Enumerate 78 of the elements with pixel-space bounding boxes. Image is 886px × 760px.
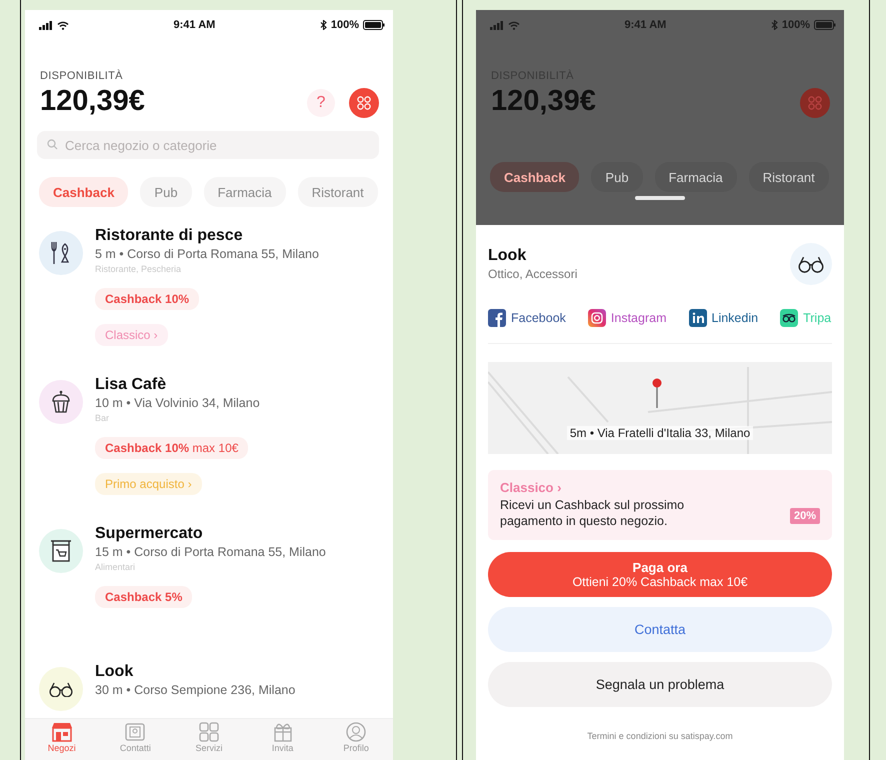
social-link[interactable]: Facebook bbox=[488, 309, 566, 327]
signal-icon bbox=[490, 20, 504, 30]
owl-eyes-icon bbox=[780, 309, 798, 327]
search-icon bbox=[47, 139, 58, 150]
program-card[interactable]: Classico › Ricevi un Cashback sul prossimo pagamento in questo negozio. 20% bbox=[488, 470, 832, 540]
bluetooth-icon bbox=[770, 20, 778, 30]
social-link[interactable]: Linkedin bbox=[688, 309, 758, 327]
store-address: 10 m • Via Volvinio 34, Milano bbox=[95, 396, 261, 410]
category-chip[interactable]: Ristorant bbox=[748, 162, 829, 192]
contacts-book-icon bbox=[124, 722, 146, 742]
search-field[interactable]: Cerca negozio o categorie bbox=[37, 131, 379, 159]
battery-percent: 100% bbox=[782, 19, 810, 31]
grid-icon bbox=[357, 96, 371, 110]
cupcake-icon bbox=[50, 390, 72, 414]
balance-amount: 120,39€ bbox=[40, 85, 145, 118]
profile-icon bbox=[346, 722, 366, 742]
glasses-icon bbox=[49, 680, 73, 698]
store-name[interactable]: Look bbox=[95, 663, 393, 681]
battery-icon bbox=[814, 20, 836, 30]
store-subtitle: Ottico, Accessori bbox=[488, 267, 578, 281]
program-tag: Classico › bbox=[95, 324, 168, 346]
battery-percent: 100% bbox=[330, 19, 359, 31]
tab-item[interactable]: Contatti bbox=[105, 722, 166, 760]
tab-item[interactable]: Profilo bbox=[326, 722, 386, 760]
category-chip[interactable]: Pub bbox=[140, 177, 192, 207]
menu-button[interactable] bbox=[800, 88, 830, 118]
store-address: 15 m • Corso di Porta Romana 55, Milano bbox=[95, 545, 327, 559]
sheet-handle[interactable] bbox=[635, 196, 685, 200]
category-chip[interactable]: Ristorant bbox=[298, 177, 378, 207]
cashback-tag: Cashback 10% max 10€ bbox=[95, 437, 248, 459]
status-time: 9:41 AM bbox=[174, 19, 216, 31]
store-name[interactable]: Supermercato bbox=[95, 525, 393, 543]
shop-sign-icon bbox=[50, 539, 72, 563]
linkedin-icon bbox=[688, 309, 706, 327]
category-chip[interactable]: Farmacia bbox=[204, 177, 286, 207]
map-address: 5m • Via Fratelli d'Italia 33, Milano bbox=[566, 426, 754, 440]
cashback-tag: Cashback 10% bbox=[95, 288, 200, 310]
contact-button[interactable]: Contatta bbox=[488, 606, 832, 652]
gift-icon bbox=[272, 722, 293, 742]
battery-icon bbox=[362, 20, 385, 30]
balance-amount: 120,39€ bbox=[491, 85, 596, 118]
status-time: 9:41 AM bbox=[624, 19, 666, 31]
instagram-icon bbox=[588, 309, 606, 327]
store-address: 5 m • Corso di Porta Romana 55, Milano bbox=[95, 247, 320, 261]
category-chip[interactable]: Cashback bbox=[39, 177, 128, 207]
grid-icon bbox=[808, 96, 822, 110]
category-chip[interactable]: Farmacia bbox=[654, 162, 737, 192]
shop-icon bbox=[50, 722, 73, 742]
terms-text: Termini e condizioni su satispay.com bbox=[586, 730, 734, 740]
menu-button[interactable] bbox=[349, 88, 379, 118]
fish-utensils-icon bbox=[50, 240, 72, 266]
program-title: Classico › bbox=[500, 480, 562, 495]
bluetooth-icon bbox=[320, 20, 327, 30]
social-link[interactable]: Instagram bbox=[588, 309, 666, 327]
store-name[interactable]: Lisa Cafè bbox=[95, 376, 393, 394]
category-chip[interactable]: Pub bbox=[591, 162, 643, 192]
facebook-icon bbox=[488, 309, 506, 327]
balance-label: DISPONIBILITÀ bbox=[40, 70, 124, 82]
signal-icon bbox=[39, 20, 53, 30]
glasses-icon bbox=[798, 254, 824, 274]
help-button[interactable]: ? bbox=[307, 89, 335, 117]
store-title: Look bbox=[488, 247, 528, 265]
store-address: 30 m • Corso Sempione 236, Milano bbox=[95, 683, 296, 697]
tab-item[interactable]: Invita bbox=[252, 722, 313, 760]
pay-button[interactable]: Paga ora Ottieni 20% Cashback max 10€ bbox=[488, 552, 832, 596]
percent-badge: 20% bbox=[790, 508, 820, 524]
store-name[interactable]: Ristorante di pesce bbox=[95, 227, 393, 245]
grid-icon bbox=[198, 722, 219, 742]
tab-item[interactable]: Negozi bbox=[32, 722, 92, 760]
wifi-icon bbox=[508, 20, 520, 30]
program-tag: Primo acquisto › bbox=[95, 473, 202, 495]
category-chip[interactable]: Cashback bbox=[490, 162, 580, 192]
report-button[interactable]: Segnala un problema bbox=[488, 662, 832, 706]
program-description: Ricevi un Cashback sul prossimo pagamento in questo negozio. bbox=[500, 497, 686, 530]
map-pin-icon bbox=[652, 378, 662, 408]
cashback-tag: Cashback 5% bbox=[95, 586, 192, 608]
tab-item[interactable]: Servizi bbox=[178, 722, 239, 760]
wifi-icon bbox=[57, 20, 69, 30]
